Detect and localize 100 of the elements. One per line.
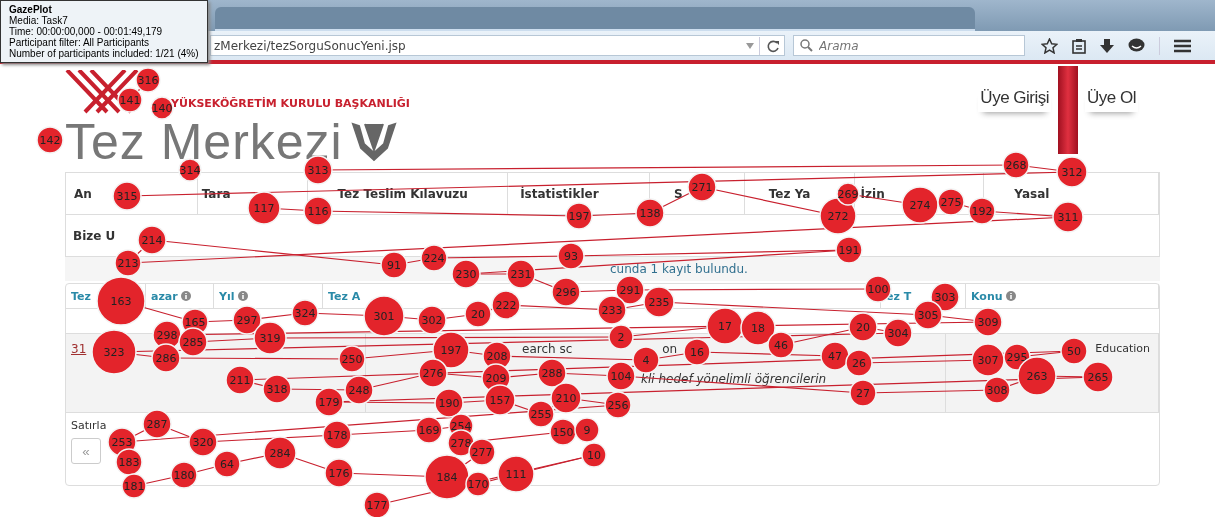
fixation-marker: 296 [551,277,581,307]
fixation-marker: 269 [836,182,860,206]
fixation-marker: 308 [983,376,1011,404]
fixation-marker: 163 [96,276,146,326]
nav-link[interactable]: An [74,186,92,201]
books-logo-icon [350,120,397,164]
fixation-marker: 111 [497,455,535,493]
fixation-marker: 248 [344,375,374,405]
tooltip-title: GazePlot [9,4,53,15]
fixation-marker: 265 [1082,361,1114,393]
column-header[interactable]: Tez [71,289,91,303]
record-link[interactable]: 31 [71,342,87,356]
auth-link[interactable]: Üye Girişi [978,88,1052,112]
fixation-marker: 18 [740,310,776,346]
info-icon [237,291,248,301]
fixation-marker: 184 [424,454,470,500]
nav-link[interactable]: Tez Teslim Kılavuzu [337,186,468,201]
fixation-marker: 213 [114,249,142,277]
fixation-marker: 141 [117,87,143,113]
fixation-marker: 169 [415,416,443,444]
column-header[interactable]: Yıl [219,289,248,303]
chat-icon[interactable] [1128,37,1145,54]
fixation-marker: 192 [968,197,996,225]
fixation-marker: 177 [363,491,391,517]
tooltip-line: Participant filter: All Participants [9,37,150,48]
title-text: on [662,342,678,356]
fixation-marker: 104 [606,361,636,391]
fixation-marker: 274 [901,186,939,224]
fixation-marker: 176 [324,458,354,488]
fixation-marker: 10 [581,442,607,468]
fixation-marker: 287 [142,409,172,439]
fixation-marker: 50 [1060,337,1088,365]
fixation-marker: 27 [849,379,877,407]
fixation-marker: 26 [845,349,873,377]
fixation-marker: 64 [213,450,241,478]
column-header[interactable]: Konu [971,289,1016,303]
nav-link[interactable]: İstatistikler [520,186,599,201]
fixation-marker: 20 [848,312,878,342]
clipboard-icon[interactable] [1072,37,1086,54]
result-count-text: cunda 1 kayıt bulundu. [610,262,748,276]
rows-label: Satırla [71,419,107,432]
download-icon[interactable] [1100,37,1114,54]
fixation-marker: 211 [225,365,255,395]
fixation-marker: 142 [36,126,64,154]
auth-link[interactable]: Üye Ol [1085,88,1138,112]
fixation-marker: 286 [151,343,181,373]
fixation-marker: 197 [565,202,593,230]
nav-link[interactable]: Bize U [73,228,116,243]
fixation-marker: 179 [314,387,344,417]
fixation-marker: 20 [464,300,492,328]
tooltip-line: Number of participants included: 1/21 (4%) [9,48,200,59]
fixation-marker: 183 [115,448,143,476]
fixation-marker: 318 [262,374,292,404]
column-header[interactable]: Tez A [328,289,361,303]
fixation-marker: 275 [937,188,965,216]
fixation-marker: 180 [170,461,198,489]
subject-text: Education [1095,342,1150,355]
title-text: earch sc [522,342,573,356]
fixation-marker: 4 [632,346,660,374]
nav-link[interactable]: Tez Ya [768,186,811,201]
fixation-marker: 157 [484,384,516,416]
fixation-marker: 191 [835,236,863,264]
fixation-marker: 285 [178,327,208,357]
fixation-marker: 324 [291,299,319,327]
column-header[interactable]: azar [151,289,191,303]
fixation-marker: 47 [820,341,850,371]
nav-link[interactable]: S [673,186,683,201]
fixation-marker: 17 [706,307,744,345]
menu-icon[interactable] [1174,38,1191,53]
fixation-marker: 235 [643,286,675,318]
fixation-marker: 323 [91,329,137,375]
fixation-marker: 288 [537,358,567,388]
fixation-marker: 315 [112,181,142,211]
fixation-marker: 255 [527,400,555,428]
fixation-marker: 224 [420,244,448,272]
fixation-marker: 138 [635,198,665,228]
fixation-marker: 150 [549,418,577,446]
fixation-marker: 307 [971,343,1005,377]
fixation-marker: 304 [883,318,913,348]
fixation-marker: 46 [767,331,795,359]
star-icon[interactable] [1041,37,1058,54]
tooltip-line: Time: 00:00:00,000 - 00:01:49,179 [9,26,164,37]
nav-link[interactable]: Yasal [1014,186,1050,201]
fixation-marker: 250 [338,345,366,373]
dropdown-icon[interactable] [745,41,755,50]
fixation-marker: 309 [973,307,1003,337]
fixation-marker: 316 [135,67,161,93]
fixation-marker: 230 [451,259,481,289]
fixation-marker: 16 [683,338,711,366]
search-input[interactable]: Arama [817,37,1011,54]
search-field[interactable]: Arama [793,35,1025,56]
nav-link[interactable]: İzin [860,186,885,201]
address-bar[interactable]: zMerkezi/tezSorguSonucYeni.jsp [210,35,785,56]
fixation-marker: 314 [178,158,202,182]
fixation-marker: 256 [604,391,632,419]
fixation-marker: 214 [137,225,167,255]
fixation-marker: 93 [557,242,585,270]
fixation-marker: 9 [574,417,600,443]
tooltip-line: Media: Task7 [9,15,69,26]
fixation-marker: 170 [465,471,491,497]
